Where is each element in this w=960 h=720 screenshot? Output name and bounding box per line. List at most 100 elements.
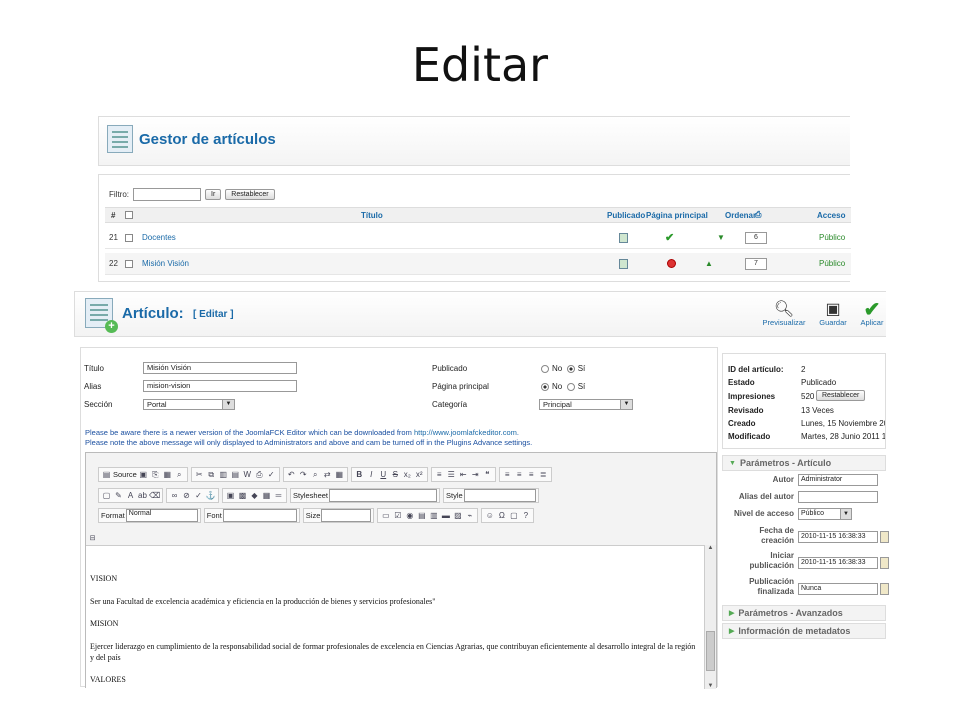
save-doc-icon[interactable]: ▣ <box>138 469 149 480</box>
scroll-down-icon[interactable]: ▼ <box>705 683 716 689</box>
textarea-icon[interactable]: ▤ <box>416 510 427 521</box>
redo-icon[interactable]: ↷ <box>298 469 309 480</box>
font-select[interactable] <box>222 509 297 522</box>
anchor-icon[interactable]: ⚓ <box>205 490 216 501</box>
smiley-insert-icon[interactable]: ◆ <box>249 490 260 501</box>
align-right-icon[interactable]: ≡ <box>526 469 537 480</box>
spellcheck2-icon[interactable]: ✓ <box>193 490 204 501</box>
numbered-list-icon[interactable]: ≡ <box>434 469 445 480</box>
align-left-icon[interactable]: ≡ <box>502 469 513 480</box>
justify-icon[interactable]: ≣ <box>538 469 549 480</box>
italic-icon[interactable]: I <box>366 469 377 480</box>
bold-icon[interactable]: B <box>354 469 365 480</box>
finish-publish-input[interactable]: Nunca <box>798 583 878 595</box>
order-input[interactable]: 6 <box>745 231 767 244</box>
col-access[interactable]: Acceso <box>817 208 845 222</box>
special-char-icon[interactable]: Ω <box>496 510 507 521</box>
category-select[interactable]: Principal <box>539 399 633 410</box>
subscript-icon[interactable]: x₂ <box>402 469 413 480</box>
outdent-icon[interactable]: ⇤ <box>458 469 469 480</box>
select-all-checkbox[interactable] <box>125 211 133 219</box>
unpublished-icon[interactable] <box>667 259 676 268</box>
smiley-icon[interactable]: ☺ <box>484 510 495 521</box>
homepage-yes-radio[interactable] <box>566 382 575 391</box>
editor-scrollbar[interactable]: ▲ ▼ <box>704 545 716 689</box>
published-icon[interactable] <box>619 258 628 269</box>
row-checkbox[interactable] <box>125 233 133 242</box>
cut-icon[interactable]: ✂ <box>194 469 205 480</box>
joomlafck-link[interactable]: http://www.joomlafckeditor.com <box>414 428 517 437</box>
preview-button[interactable]: 🔍︎ Previsualizar <box>759 300 809 327</box>
move-up-icon[interactable]: ▲ <box>705 259 713 268</box>
calendar-icon[interactable] <box>880 557 889 569</box>
style-select[interactable] <box>463 489 536 502</box>
spell-abc-icon[interactable]: ✎ <box>113 490 124 501</box>
superscript-icon[interactable]: x² <box>414 469 425 480</box>
scroll-up-icon[interactable]: ▲ <box>705 545 716 551</box>
page-break-icon[interactable]: ▢ <box>508 510 519 521</box>
bg-color-icon[interactable]: ab <box>137 490 148 501</box>
go-button[interactable]: Ir <box>205 188 222 200</box>
form-icon[interactable]: ▢ <box>101 490 112 501</box>
reset-hits-button[interactable]: Restablecer <box>816 390 866 401</box>
scrollbar-thumb[interactable] <box>706 631 715 671</box>
radio-icon[interactable]: ◉ <box>404 510 415 521</box>
start-publish-input[interactable]: 2010-11-15 16:38:33 <box>798 557 878 569</box>
row-title-link[interactable]: Misión Visión <box>142 253 189 274</box>
button-field-icon[interactable]: ▬ <box>440 510 451 521</box>
alias-input[interactable]: mision-vision <box>143 380 297 392</box>
params-article-header[interactable]: ▼ Parámetros - Artículo <box>722 455 886 471</box>
size-select[interactable] <box>321 509 372 522</box>
col-homepage[interactable]: Página principal <box>646 208 708 222</box>
published-no-radio[interactable] <box>541 364 549 373</box>
calendar-icon[interactable] <box>880 531 889 543</box>
published-icon[interactable] <box>619 232 628 243</box>
print-icon[interactable]: ⎙ <box>254 469 265 480</box>
find-icon[interactable]: ⌕ <box>310 469 321 480</box>
preview-doc-icon[interactable]: ⎘ <box>150 469 161 480</box>
image-button-icon[interactable]: ▨ <box>452 510 463 521</box>
bullet-list-icon[interactable]: ☰ <box>446 469 457 480</box>
strike-icon[interactable]: S <box>390 469 401 480</box>
link-icon[interactable]: ∞ <box>169 490 180 501</box>
unlink-icon[interactable]: ⊘ <box>181 490 192 501</box>
paste-icon[interactable]: ▥ <box>218 469 229 480</box>
spellcheck-icon[interactable]: ✓ <box>266 469 277 480</box>
templates-icon[interactable]: ▦ <box>162 469 173 480</box>
col-published[interactable]: Publicado <box>607 208 645 222</box>
copy-icon[interactable]: ⧉ <box>206 469 217 480</box>
row-title-link[interactable]: Docentes <box>142 227 176 248</box>
source-button[interactable]: Source <box>113 470 137 479</box>
row-access[interactable]: Público <box>819 227 845 248</box>
table-icon[interactable]: ▦ <box>261 490 272 501</box>
select-all-icon[interactable]: ▦ <box>334 469 345 480</box>
reset-button[interactable]: Restablecer <box>225 188 275 200</box>
params-advanced-header[interactable]: ▶ Parámetros - Avanzados <box>722 605 886 621</box>
row-checkbox[interactable] <box>125 259 133 268</box>
apply-button[interactable]: ✔ Aplicar <box>847 299 897 328</box>
paste-word-icon[interactable]: W <box>242 469 253 480</box>
font-color-icon[interactable]: A <box>125 490 136 501</box>
check-icon[interactable]: ✔ <box>665 231 674 244</box>
select-field-icon[interactable]: ▥ <box>428 510 439 521</box>
calendar-icon[interactable] <box>880 583 889 595</box>
editor-content[interactable]: VISION Ser una Facultad de excelencia ac… <box>86 545 706 689</box>
created-date-input[interactable]: 2010-11-15 16:38:33 <box>798 531 878 543</box>
save-order-icon[interactable]: ⎙ <box>755 210 761 220</box>
metadata-header[interactable]: ▶ Información de metadatos <box>722 623 886 639</box>
flash-icon[interactable]: ▩ <box>237 490 248 501</box>
paste-text-icon[interactable]: ▤ <box>230 469 241 480</box>
move-down-icon[interactable]: ▼ <box>717 233 725 242</box>
author-select[interactable]: Administrator <box>798 474 878 486</box>
filter-input[interactable] <box>133 187 201 201</box>
author-alias-input[interactable] <box>798 491 878 503</box>
hr-icon[interactable]: ═ <box>273 490 284 501</box>
align-center-icon[interactable]: ≡ <box>514 469 525 480</box>
row-access[interactable]: Público <box>819 253 845 274</box>
replace-icon[interactable]: ⇄ <box>322 469 333 480</box>
title-input[interactable]: Misión Visión <box>143 362 297 374</box>
eraser-icon[interactable]: ⌫ <box>149 490 160 501</box>
format-select[interactable]: Normal <box>125 509 198 522</box>
checkbox-icon[interactable]: ☑ <box>392 510 403 521</box>
stylesheet-select[interactable] <box>329 489 438 502</box>
